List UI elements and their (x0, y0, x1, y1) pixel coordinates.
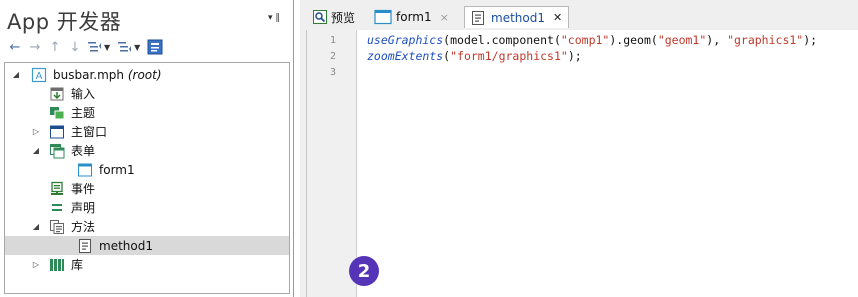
forms-icon (49, 143, 65, 159)
line-number: 2 (330, 51, 337, 62)
tree-item-theme[interactable]: 主题 (5, 103, 289, 122)
app-builder-panel: App 开发器 ▾ ‖ ← → ↑ ↓ ▼ ▼ ◢ A busbar.mph (… (0, 0, 294, 297)
method-icon (471, 10, 485, 26)
code-text: ); (803, 33, 818, 47)
panel-pin-controls[interactable]: ▾ ‖ (268, 13, 280, 23)
tree-item-methods[interactable]: ◢ 方法 (5, 217, 289, 236)
tree-item-events[interactable]: 事件 (5, 179, 289, 198)
tree-toolbar: ← → ↑ ↓ ▼ ▼ (6, 38, 164, 56)
app-file-icon: A (31, 67, 47, 83)
tab-label: method1 (491, 10, 545, 25)
code-string: "comp1" (560, 33, 610, 47)
tree-item-label: 表单 (71, 144, 96, 158)
tree-item-label: 事件 (71, 182, 96, 196)
tree-item-label: form1 (99, 162, 135, 177)
methods-icon (49, 219, 65, 235)
window-icon (49, 124, 65, 140)
tree-item-label: 主窗口 (71, 125, 108, 139)
events-icon (49, 181, 65, 197)
panel-title: App 开发器 (7, 10, 122, 34)
collapse-tree-icon[interactable] (86, 38, 104, 56)
libraries-icon (49, 257, 65, 273)
tab-method1[interactable]: method1 ✕ (464, 6, 570, 28)
tree-item-label: 主题 (71, 106, 96, 120)
preview-icon (313, 10, 327, 24)
tab-bar: 预览 form1 × method1 ✕ (300, 0, 858, 30)
chevron-down-icon[interactable]: ▼ (134, 43, 140, 52)
move-up-icon[interactable]: ↑ (46, 38, 64, 56)
expand-arrow-icon[interactable]: ▷ (31, 127, 41, 136)
tree-item-forms[interactable]: ◢ 表单 (5, 141, 289, 160)
expand-tree-icon[interactable] (116, 38, 134, 56)
tab-preview[interactable]: 预览 (313, 6, 355, 28)
code-line[interactable]: zoomExtents("form1/graphics1"); (367, 49, 582, 63)
line-number: 1 (330, 35, 337, 46)
line-number: 3 (330, 67, 337, 78)
code-function: useGraphics (367, 33, 444, 47)
tab-label: 预览 (331, 10, 356, 25)
tab-form1[interactable]: form1 × (374, 6, 449, 28)
collapse-arrow-icon[interactable]: ◢ (11, 70, 21, 79)
tree-item-main-window[interactable]: ▷ 主窗口 (5, 122, 289, 141)
tree-item-label: 库 (71, 258, 84, 272)
root-name: busbar.mph (53, 67, 125, 82)
code-text: ), (706, 33, 728, 47)
declarations-icon (49, 200, 65, 216)
forward-arrow-icon[interactable]: → (26, 38, 44, 56)
tree-item-label: 方法 (71, 220, 96, 234)
input-icon (49, 86, 65, 102)
close-icon[interactable]: × (440, 11, 449, 24)
tree-item-form1[interactable]: form1 (5, 160, 289, 179)
code-text: ); (567, 49, 582, 63)
chevron-down-icon[interactable]: ▼ (104, 43, 110, 52)
tree-item-libraries[interactable]: ▷ 库 (5, 255, 289, 274)
code-string: "graphics1" (727, 33, 804, 47)
code-string: "form1/graphics1" (450, 49, 568, 63)
tree-root[interactable]: ◢ A busbar.mph (root) (5, 65, 289, 84)
root-note: (root) (127, 67, 162, 82)
back-arrow-icon[interactable]: ← (6, 38, 24, 56)
tree-item-declarations[interactable]: 声明 (5, 198, 289, 217)
code-line[interactable]: useGraphics(model.component("comp1").geo… (367, 33, 817, 47)
step-number-badge: 2 (349, 256, 379, 286)
tree-item-label: 输入 (71, 87, 96, 101)
tree-item-method1[interactable]: method1 (5, 236, 289, 255)
code-editor[interactable]: 1 2 3 useGraphics(model.component("comp1… (306, 30, 858, 297)
show-settings-icon[interactable] (146, 38, 164, 56)
collapse-arrow-icon[interactable]: ◢ (31, 222, 41, 231)
model-tree: ◢ A busbar.mph (root) 输入 主题 ▷ 主窗口 ◢ 表单 f… (4, 62, 290, 294)
collapse-arrow-icon[interactable]: ◢ (31, 146, 41, 155)
code-string: "geom1" (657, 33, 707, 47)
code-text: ).geom( (609, 33, 658, 47)
tree-item-label: method1 (99, 238, 153, 253)
tree-item-input[interactable]: 输入 (5, 84, 289, 103)
move-down-icon[interactable]: ↓ (66, 38, 84, 56)
expand-arrow-icon[interactable]: ▷ (31, 260, 41, 269)
form-icon (77, 162, 93, 178)
editor-panel: 预览 form1 × method1 ✕ 1 2 3 useGraphics(m… (300, 0, 858, 297)
code-function: zoomExtents (367, 49, 444, 63)
theme-icon (49, 105, 65, 121)
close-icon[interactable]: ✕ (553, 11, 562, 24)
code-text: (model.component( (443, 33, 561, 47)
method-icon (77, 238, 93, 254)
line-number-gutter: 1 2 3 (307, 30, 357, 297)
tab-label: form1 (396, 10, 432, 24)
form-icon (374, 9, 392, 25)
tree-item-label: 声明 (71, 201, 96, 215)
svg-text:A: A (36, 71, 43, 82)
